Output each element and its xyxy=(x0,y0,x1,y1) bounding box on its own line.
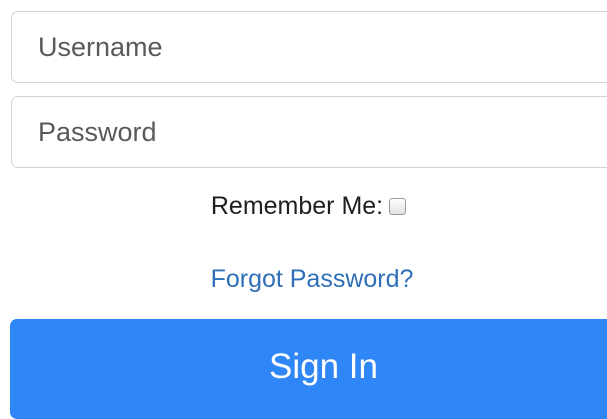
remember-me-row: Remember Me: xyxy=(0,186,607,226)
forgot-password-row: Forgot Password? xyxy=(0,259,607,299)
password-input[interactable] xyxy=(11,96,607,168)
forgot-password-link[interactable]: Forgot Password? xyxy=(211,265,414,294)
sign-in-label: Sign In xyxy=(269,347,378,386)
username-input[interactable] xyxy=(11,11,607,83)
remember-me-label: Remember Me: xyxy=(210,191,384,220)
remember-me-checkbox[interactable] xyxy=(389,197,407,215)
sign-in-button[interactable]: Sign In xyxy=(10,319,607,419)
login-form: Remember Me: Forgot Password? Sign In xyxy=(0,0,607,419)
